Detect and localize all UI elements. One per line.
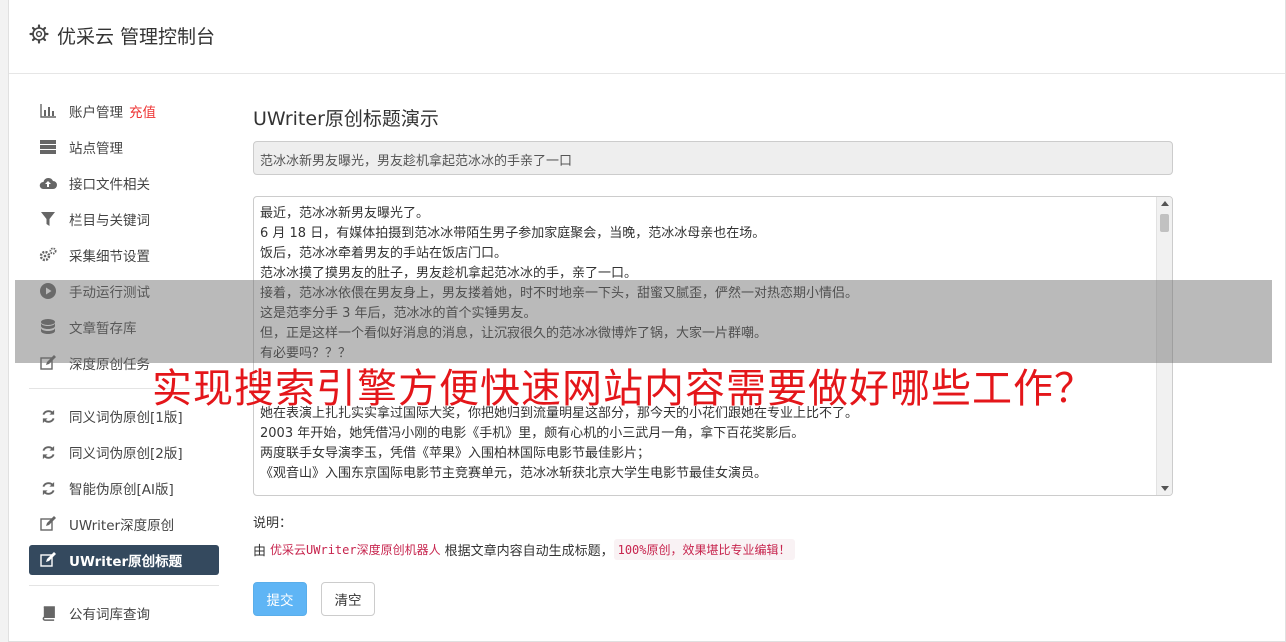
title-field: 范冰冰新男友曝光，男友趁机拿起范冰冰的手亲了一口 [253, 141, 1173, 175]
sidebar-item-public-lexicon[interactable]: 公有词库查询 [29, 598, 219, 628]
book-icon [39, 604, 57, 622]
content-line: 饭后，范冰冰牵着男友的手站在饭店门口。 [260, 246, 508, 261]
sidebar-item-label: 采集细节设置 [69, 249, 150, 265]
sidebar-item-label: 接口文件相关 [69, 177, 150, 193]
refresh-icon [39, 479, 57, 497]
sidebar-divider [29, 585, 219, 586]
recharge-link[interactable]: 充值 [129, 101, 156, 121]
scroll-up-arrow[interactable] [1161, 201, 1169, 206]
content-line: 两度联手女导演李玉，凭借《苹果》入围柏林国际电影节最佳影片； [260, 446, 651, 461]
sidebar-item-label: UWriter原创标题 [69, 554, 183, 570]
sidebar-item-label: 公有词库查询 [69, 607, 150, 623]
cloud-upload-icon [39, 174, 57, 192]
sidebar-item-label: 账户管理 [69, 105, 123, 121]
bar-chart-icon [39, 102, 57, 120]
sidebar-item-sites[interactable]: 站点管理 [29, 132, 219, 162]
scroll-thumb[interactable] [1160, 214, 1169, 232]
sidebar-item-columns-keywords[interactable]: 栏目与关键词 [29, 204, 219, 234]
app-title: 优采云 管理控制台 [57, 26, 216, 48]
sidebar-item-interface-files[interactable]: 接口文件相关 [29, 168, 219, 198]
sidebar-item-label: 站点管理 [69, 141, 123, 157]
clear-button[interactable]: 清空 [321, 582, 375, 616]
page-title: UWriter原创标题演示 [253, 108, 439, 130]
sidebar-item-label: 同义词伪原创[2版] [69, 446, 183, 462]
server-icon [39, 138, 57, 156]
sidebar-item-ai-rewrite[interactable]: 智能伪原创[AI版] [29, 473, 219, 503]
edit-icon [39, 551, 57, 569]
sidebar-item-account[interactable]: 账户管理 充值 [29, 96, 219, 126]
note-badge: 100%原创，效果堪比专业编辑！ [613, 539, 795, 560]
cogs-icon [39, 246, 57, 264]
gear-icon [29, 24, 49, 44]
note-middle: 根据文章内容自动生成标题， [444, 544, 614, 559]
sidebar-item-uwriter-title[interactable]: UWriter原创标题 [29, 545, 219, 575]
sidebar-item-collect-settings[interactable]: 采集细节设置 [29, 240, 219, 270]
content-line: 2003 年开始，她凭借冯小刚的电影《手机》里，颇有心机的小三武月一角，拿下百花… [260, 426, 805, 441]
refresh-icon [39, 407, 57, 425]
sidebar-item-label: 智能伪原创[AI版] [69, 482, 174, 498]
note-line: 由 优采云UWriter深度原创机器人 根据文章内容自动生成标题， 100%原创… [253, 539, 1173, 560]
edit-icon [39, 515, 57, 533]
sidebar-item-uwriter-deep[interactable]: UWriter深度原创 [29, 509, 219, 539]
sidebar-item-label: 栏目与关键词 [69, 213, 150, 229]
overlay-title: 实现搜索引擎方便快速网站内容需要做好哪些工作？ [152, 366, 1095, 412]
content-line: 6 月 18 日，有媒体拍摄到范冰冰带陌生男子参加家庭聚会，当晚，范冰冰母亲也在… [260, 226, 766, 241]
content-line: 《观音山》入围东京国际电影节主竞赛单元，范冰冰斩获北京大学生电影节最佳女演员。 [260, 466, 768, 481]
sidebar-item-synonym-v2[interactable]: 同义词伪原创[2版] [29, 437, 219, 467]
refresh-icon [39, 443, 57, 461]
note-label: 说明： [253, 516, 293, 531]
content-line: 最近，范冰冰新男友曝光了。 [260, 206, 430, 221]
overlay-banner [15, 280, 1272, 363]
header: 优采云 管理控制台 [9, 0, 1285, 74]
sidebar-item-label: UWriter深度原创 [69, 518, 175, 534]
scroll-down-arrow[interactable] [1161, 486, 1169, 491]
filter-icon [39, 210, 57, 228]
note-robot: 优采云UWriter深度原创机器人 [270, 543, 441, 557]
note-prefix: 由 [253, 544, 267, 559]
button-group: 提交 清空 [253, 582, 1173, 616]
submit-button[interactable]: 提交 [253, 582, 307, 616]
